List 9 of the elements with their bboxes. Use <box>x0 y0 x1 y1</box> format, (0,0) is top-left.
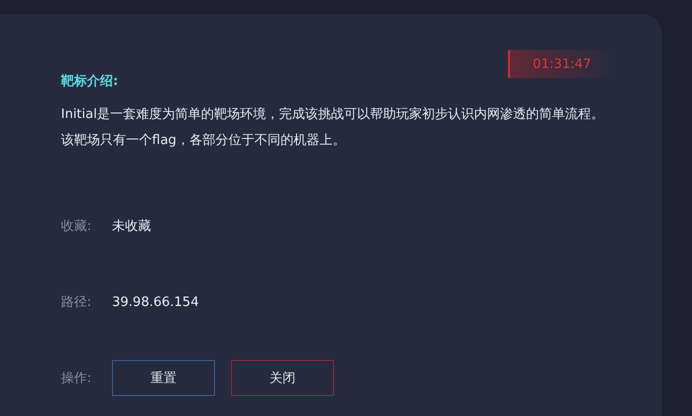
field-label: 路径: <box>61 294 92 311</box>
field-value: 39.98.66.154 <box>112 294 199 310</box>
field-value: 未收藏 <box>112 218 151 235</box>
reset-button[interactable]: 重置 <box>112 360 215 396</box>
description: Initial是一套难度为简单的靶场环境，完成该挑战可以帮助玩家初步认识内网渗透的简单流程。该靶场只有一个flag，各部分位于不同的机器上。 <box>61 106 605 150</box>
section-title: 靶标介绍: <box>61 73 120 90</box>
field-label: 收藏: <box>61 218 92 235</box>
field-label: 操作: <box>61 370 92 387</box>
close-button[interactable]: 关闭 <box>231 360 334 396</box>
